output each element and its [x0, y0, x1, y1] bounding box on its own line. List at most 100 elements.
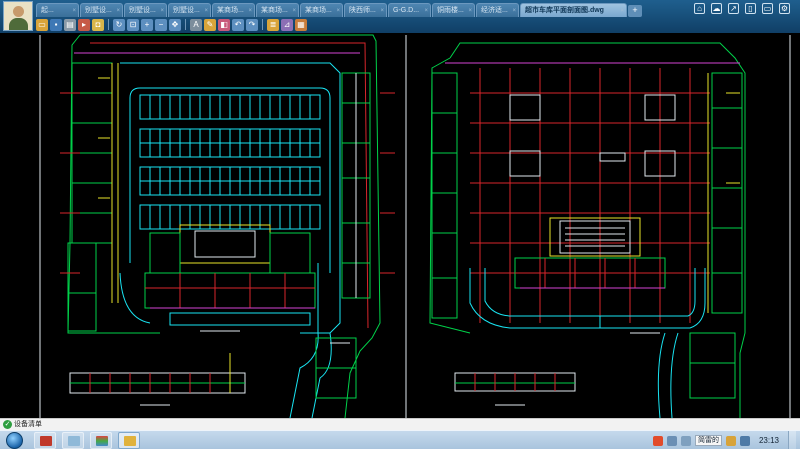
window-icons: ⌂ ☁ ↗ ▯ ▭ ⚙	[694, 3, 790, 14]
right-south-ramp-inner	[670, 332, 679, 418]
flag-icon[interactable]	[740, 435, 750, 446]
document-tab-active[interactable]: 超市车库平面剖面图.dwg ×	[520, 3, 627, 17]
cad-drawing	[39, 34, 791, 418]
save-icon[interactable]: ▪	[50, 18, 62, 31]
tab-close-icon[interactable]: ×	[512, 4, 516, 17]
zoom-out-icon[interactable]: −	[155, 18, 167, 31]
tab-label: 某商场...	[217, 7, 244, 14]
cad-app-icon	[124, 436, 136, 446]
left-central-core	[144, 224, 316, 326]
home-icon[interactable]: ⌂	[694, 3, 705, 14]
rotate-icon[interactable]: ↻	[113, 18, 125, 31]
document-tab[interactable]: 铜雨楼... ×	[432, 3, 475, 17]
open-icon[interactable]: ▭	[36, 18, 48, 31]
pan-icon[interactable]: ✥	[169, 18, 181, 31]
document-tab[interactable]: 某商场... ×	[212, 3, 255, 17]
document-tab[interactable]: 某商场... ×	[256, 3, 299, 17]
tab-label: 某商场...	[261, 7, 288, 14]
left-section-drawing	[69, 353, 246, 406]
toolbar-separator	[262, 19, 263, 30]
parking-row-1	[139, 94, 321, 120]
tab-label: 某商场...	[305, 7, 332, 14]
layers-icon[interactable]: ≣	[267, 18, 279, 31]
windows-taskbar: 简雷的 23:13	[0, 430, 800, 449]
document-tab[interactable]: 别墅设... ×	[80, 3, 123, 17]
tab-close-icon[interactable]: ×	[468, 4, 472, 17]
right-section-drawing	[454, 372, 576, 406]
left-floor-plan	[39, 34, 407, 418]
document-tab[interactable]: G-G.D... ×	[388, 3, 431, 17]
right-plan-outline	[449, 42, 746, 418]
ime-s-icon[interactable]	[653, 435, 663, 446]
document-tab[interactable]: 陕西师... ×	[344, 3, 387, 17]
document-tab[interactable]: 经济适... ×	[476, 3, 519, 17]
monitor-icon[interactable]: ▭	[762, 3, 773, 14]
tab-close-icon[interactable]: ×	[72, 4, 76, 17]
measure-icon[interactable]: ⊿	[281, 18, 293, 31]
tab-close-icon[interactable]: ×	[204, 4, 208, 17]
tab-close-icon[interactable]: ×	[620, 4, 624, 17]
tab-label: G-G.D...	[393, 7, 420, 14]
top-bar: 起... × 别墅设... × 别墅设... × 别墅设... × 某商场... × 某商…	[0, 0, 800, 33]
share-icon[interactable]: ↗	[728, 3, 739, 14]
app-window: 起... × 别墅设... × 别墅设... × 别墅设... × 某商场... × 某商…	[0, 0, 800, 449]
tab-close-icon[interactable]: ×	[248, 4, 252, 17]
right-central-core	[514, 217, 666, 289]
cloud-icon[interactable]: ☁	[711, 3, 722, 14]
tray-app-icon[interactable]	[726, 435, 736, 446]
lock-icon[interactable]: ◘	[92, 18, 104, 31]
volume-icon[interactable]	[681, 435, 691, 446]
zoom-window-icon[interactable]: ⊡	[127, 18, 139, 31]
redo-icon[interactable]: ↷	[246, 18, 258, 31]
tab-close-icon[interactable]: ×	[292, 4, 296, 17]
right-open-areas	[509, 94, 676, 177]
taskbar-app-cad[interactable]	[118, 432, 140, 449]
print-icon[interactable]: ▤	[64, 18, 76, 31]
tab-close-icon[interactable]: ×	[160, 4, 164, 17]
document-tab[interactable]: 某商场... ×	[300, 3, 343, 17]
start-button[interactable]	[2, 431, 28, 449]
right-west-rooms	[431, 72, 458, 319]
text-icon[interactable]: A	[190, 18, 202, 31]
right-ramp	[469, 268, 706, 329]
left-east-white-walls	[330, 73, 357, 344]
left-plan-inner-red	[90, 42, 369, 329]
zoom-in-icon[interactable]: +	[141, 18, 153, 31]
phone-icon[interactable]: ▯	[745, 3, 756, 14]
tab-close-icon[interactable]: ×	[116, 4, 120, 17]
undo-icon[interactable]: ↶	[232, 18, 244, 31]
document-tab[interactable]: 别墅设... ×	[124, 3, 167, 17]
pen-icon[interactable]: ✎	[204, 18, 216, 31]
tab-close-icon[interactable]: ×	[424, 4, 428, 17]
user-avatar[interactable]	[3, 1, 33, 31]
properties-icon[interactable]: ▦	[295, 18, 307, 31]
ime-indicator[interactable]: 简雷的	[695, 435, 722, 446]
tab-label: 铜雨楼...	[437, 7, 464, 14]
check-icon: ✓	[3, 420, 12, 429]
taskbar-app-3[interactable]	[90, 432, 112, 449]
right-floor-plan	[429, 35, 791, 418]
clock[interactable]: 23:13	[754, 436, 784, 445]
network-icon[interactable]	[667, 435, 677, 446]
tab-close-icon[interactable]: ×	[380, 4, 384, 17]
taskbar-app-2[interactable]	[62, 432, 84, 449]
new-tab-button[interactable]: +	[628, 5, 642, 17]
eraser-icon[interactable]: ◧	[218, 18, 230, 31]
left-west-rooms	[67, 62, 113, 332]
export-icon[interactable]: ▸	[78, 18, 90, 31]
avatar-head	[13, 6, 24, 17]
app-icon	[96, 436, 108, 446]
tab-close-icon[interactable]: ×	[336, 4, 340, 17]
settings-icon[interactable]: ⚙	[779, 3, 790, 14]
document-tab[interactable]: 别墅设... ×	[168, 3, 211, 17]
toolbar: ▭ ▪ ▤ ▸ ◘ ↻ ⊡ + − ✥ A ✎ ◧ ↶ ↷ ≣ ⊿ ▦	[36, 17, 307, 32]
tab-label: 陕西师...	[349, 7, 376, 14]
taskbar-app-1[interactable]	[34, 432, 56, 449]
document-tab[interactable]: 起... ×	[36, 3, 79, 17]
cad-drawing-canvas[interactable]	[0, 33, 800, 418]
show-desktop-button[interactable]	[788, 431, 796, 449]
toolbar-separator	[108, 19, 109, 30]
windows-logo-icon	[6, 432, 23, 449]
parking-row-2	[139, 128, 321, 158]
tab-label: 经济适...	[481, 7, 508, 14]
